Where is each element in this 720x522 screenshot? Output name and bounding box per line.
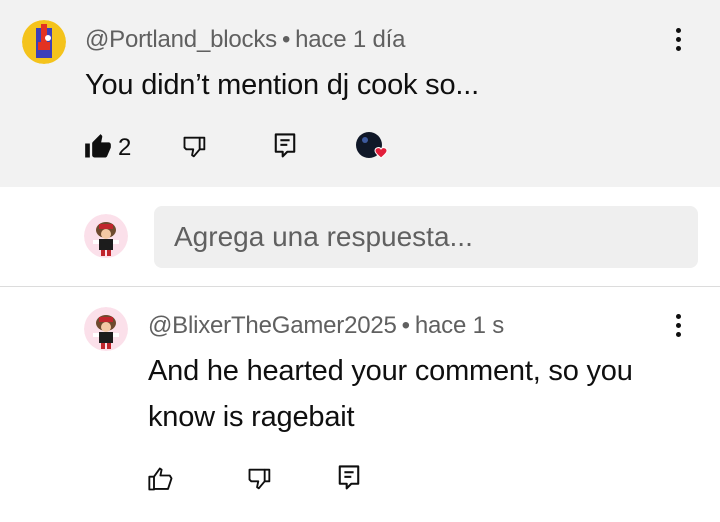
more-vert-icon[interactable] [668,314,688,344]
meta-separator: • [401,312,410,339]
like-count: 2 [118,134,132,161]
reply-meta: @BlixerTheGamer2025 • hace 1 s [148,312,504,340]
replier-avatar[interactable] [84,307,128,351]
reply-icon[interactable] [335,463,363,498]
comment-author[interactable]: @Portland_blocks [85,26,277,53]
meta-separator: • [281,26,291,53]
comment-meta: @Portland_blocks • hace 1 día [85,26,405,54]
creator-heart-icon [355,131,391,168]
more-vert-icon[interactable] [668,28,688,58]
thumbs-down-icon[interactable] [181,133,209,166]
thumbs-up-filled-icon[interactable] [84,133,112,166]
reply-text: And he hearted your comment, so you know… [148,355,633,433]
comment-text: You didn’t mention dj cook so... [85,69,479,101]
reply-time[interactable]: hace 1 s [415,312,504,339]
reply-icon[interactable] [271,131,299,166]
reply-input-box[interactable] [154,206,698,268]
commenter-avatar[interactable] [22,20,66,64]
thumbs-down-icon[interactable] [246,465,274,498]
reply-input[interactable] [154,206,698,268]
comment-time[interactable]: hace 1 día [295,26,405,53]
reply-author[interactable]: @BlixerTheGamer2025 [148,312,397,339]
divider [0,286,720,287]
current-user-avatar [84,214,128,258]
thumbs-up-icon[interactable] [147,465,175,498]
